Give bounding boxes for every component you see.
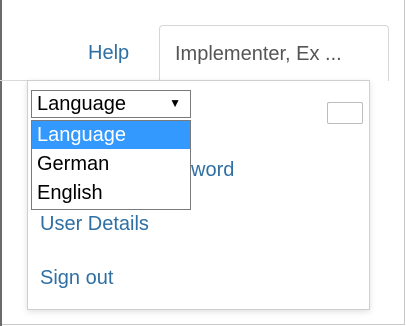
left-border (0, 0, 2, 326)
language-option-language[interactable]: Language (32, 121, 190, 149)
nav-help-link[interactable]: Help (88, 42, 129, 65)
sign-out-link[interactable]: Sign out (40, 267, 113, 290)
language-option-english[interactable]: English (32, 179, 190, 207)
language-select-value: Language (37, 93, 126, 115)
user-name-label: Implementer, Ex ... (175, 43, 342, 65)
menu-input-box[interactable] (327, 102, 363, 124)
user-details-link[interactable]: User Details (40, 213, 149, 236)
language-option-german[interactable]: German (32, 150, 190, 178)
language-options-list: Language German English (31, 120, 191, 210)
nav-user-tab[interactable]: Implementer, Ex ... (159, 25, 389, 81)
language-select[interactable]: Language ▼ (31, 90, 191, 118)
chevron-down-icon: ▼ (169, 96, 181, 110)
